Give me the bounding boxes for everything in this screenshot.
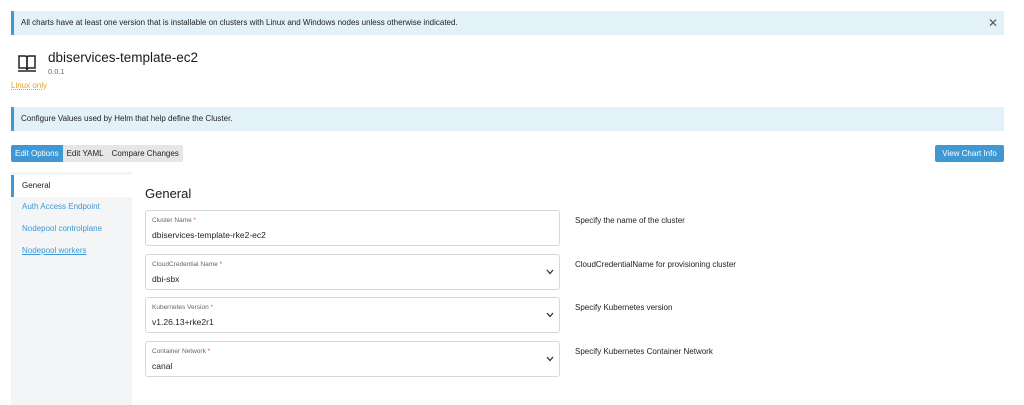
tab-edit-yaml[interactable]: Edit YAML — [62, 145, 108, 162]
kubernetes-version-description: Specify Kubernetes version — [575, 303, 673, 312]
sidebar-item-nodepool-controlplane[interactable]: Nodepool controlplane — [11, 224, 132, 233]
close-icon[interactable]: ✕ — [988, 11, 998, 35]
helm-info-banner: Configure Values used by Helm that help … — [11, 107, 1004, 131]
field-label: Kubernetes Version * — [152, 304, 214, 311]
container-network-description: Specify Kubernetes Container Network — [575, 347, 713, 356]
required-marker: * — [193, 217, 197, 224]
compatibility-banner: All charts have at least one version tha… — [11, 11, 1004, 35]
section-sidebar: General Auth Access Endpoint Nodepool co… — [11, 172, 132, 405]
field-label: Cluster Name * — [152, 217, 197, 224]
kubernetes-version-select[interactable]: Kubernetes Version * v1.26.13+rke2r1 — [145, 297, 560, 333]
tab-compare-changes[interactable]: Compare Changes — [107, 145, 183, 162]
edit-mode-tabs: Edit Options Edit YAML Compare Changes — [11, 145, 183, 162]
required-marker: * — [210, 304, 214, 311]
field-value: dbi-sbx — [152, 274, 180, 284]
cluster-name-description: Specify the name of the cluster — [575, 216, 685, 225]
cloud-credential-select[interactable]: CloudCredential Name * dbi-sbx — [145, 254, 560, 290]
required-marker: * — [207, 348, 211, 355]
sidebar-item-general[interactable]: General — [11, 175, 132, 197]
chevron-down-icon[interactable] — [546, 356, 554, 362]
cluster-name-input[interactable]: Cluster Name * dbiservices-template-rke2… — [145, 210, 560, 246]
section-title: General — [145, 186, 192, 201]
sidebar-item-auth-access-endpoint[interactable]: Auth Access Endpoint — [11, 202, 132, 211]
cloud-credential-description: CloudCredentialName for provisioning clu… — [575, 260, 736, 269]
field-value: canal — [152, 361, 173, 371]
banner-text: All charts have at least one version tha… — [21, 18, 458, 27]
field-value: v1.26.13+rke2r1 — [152, 317, 214, 327]
field-label: CloudCredential Name * — [152, 261, 223, 268]
chevron-down-icon[interactable] — [546, 269, 554, 275]
chevron-down-icon[interactable] — [546, 312, 554, 318]
field-value: dbiservices-template-rke2-ec2 — [152, 230, 266, 240]
tab-edit-options[interactable]: Edit Options — [11, 145, 63, 162]
field-label: Container Network * — [152, 348, 211, 355]
sidebar-item-nodepool-workers[interactable]: Nodepool workers — [11, 246, 132, 255]
required-marker: * — [219, 261, 223, 268]
info-text: Configure Values used by Helm that help … — [21, 114, 233, 123]
book-icon — [18, 55, 36, 72]
chart-version: 0.0.1 — [48, 67, 65, 76]
chart-title: dbiservices-template-ec2 — [48, 50, 199, 65]
os-only-badge: Linux only — [11, 81, 48, 90]
container-network-select[interactable]: Container Network * canal — [145, 341, 560, 377]
view-chart-info-button[interactable]: View Chart Info — [935, 145, 1004, 162]
